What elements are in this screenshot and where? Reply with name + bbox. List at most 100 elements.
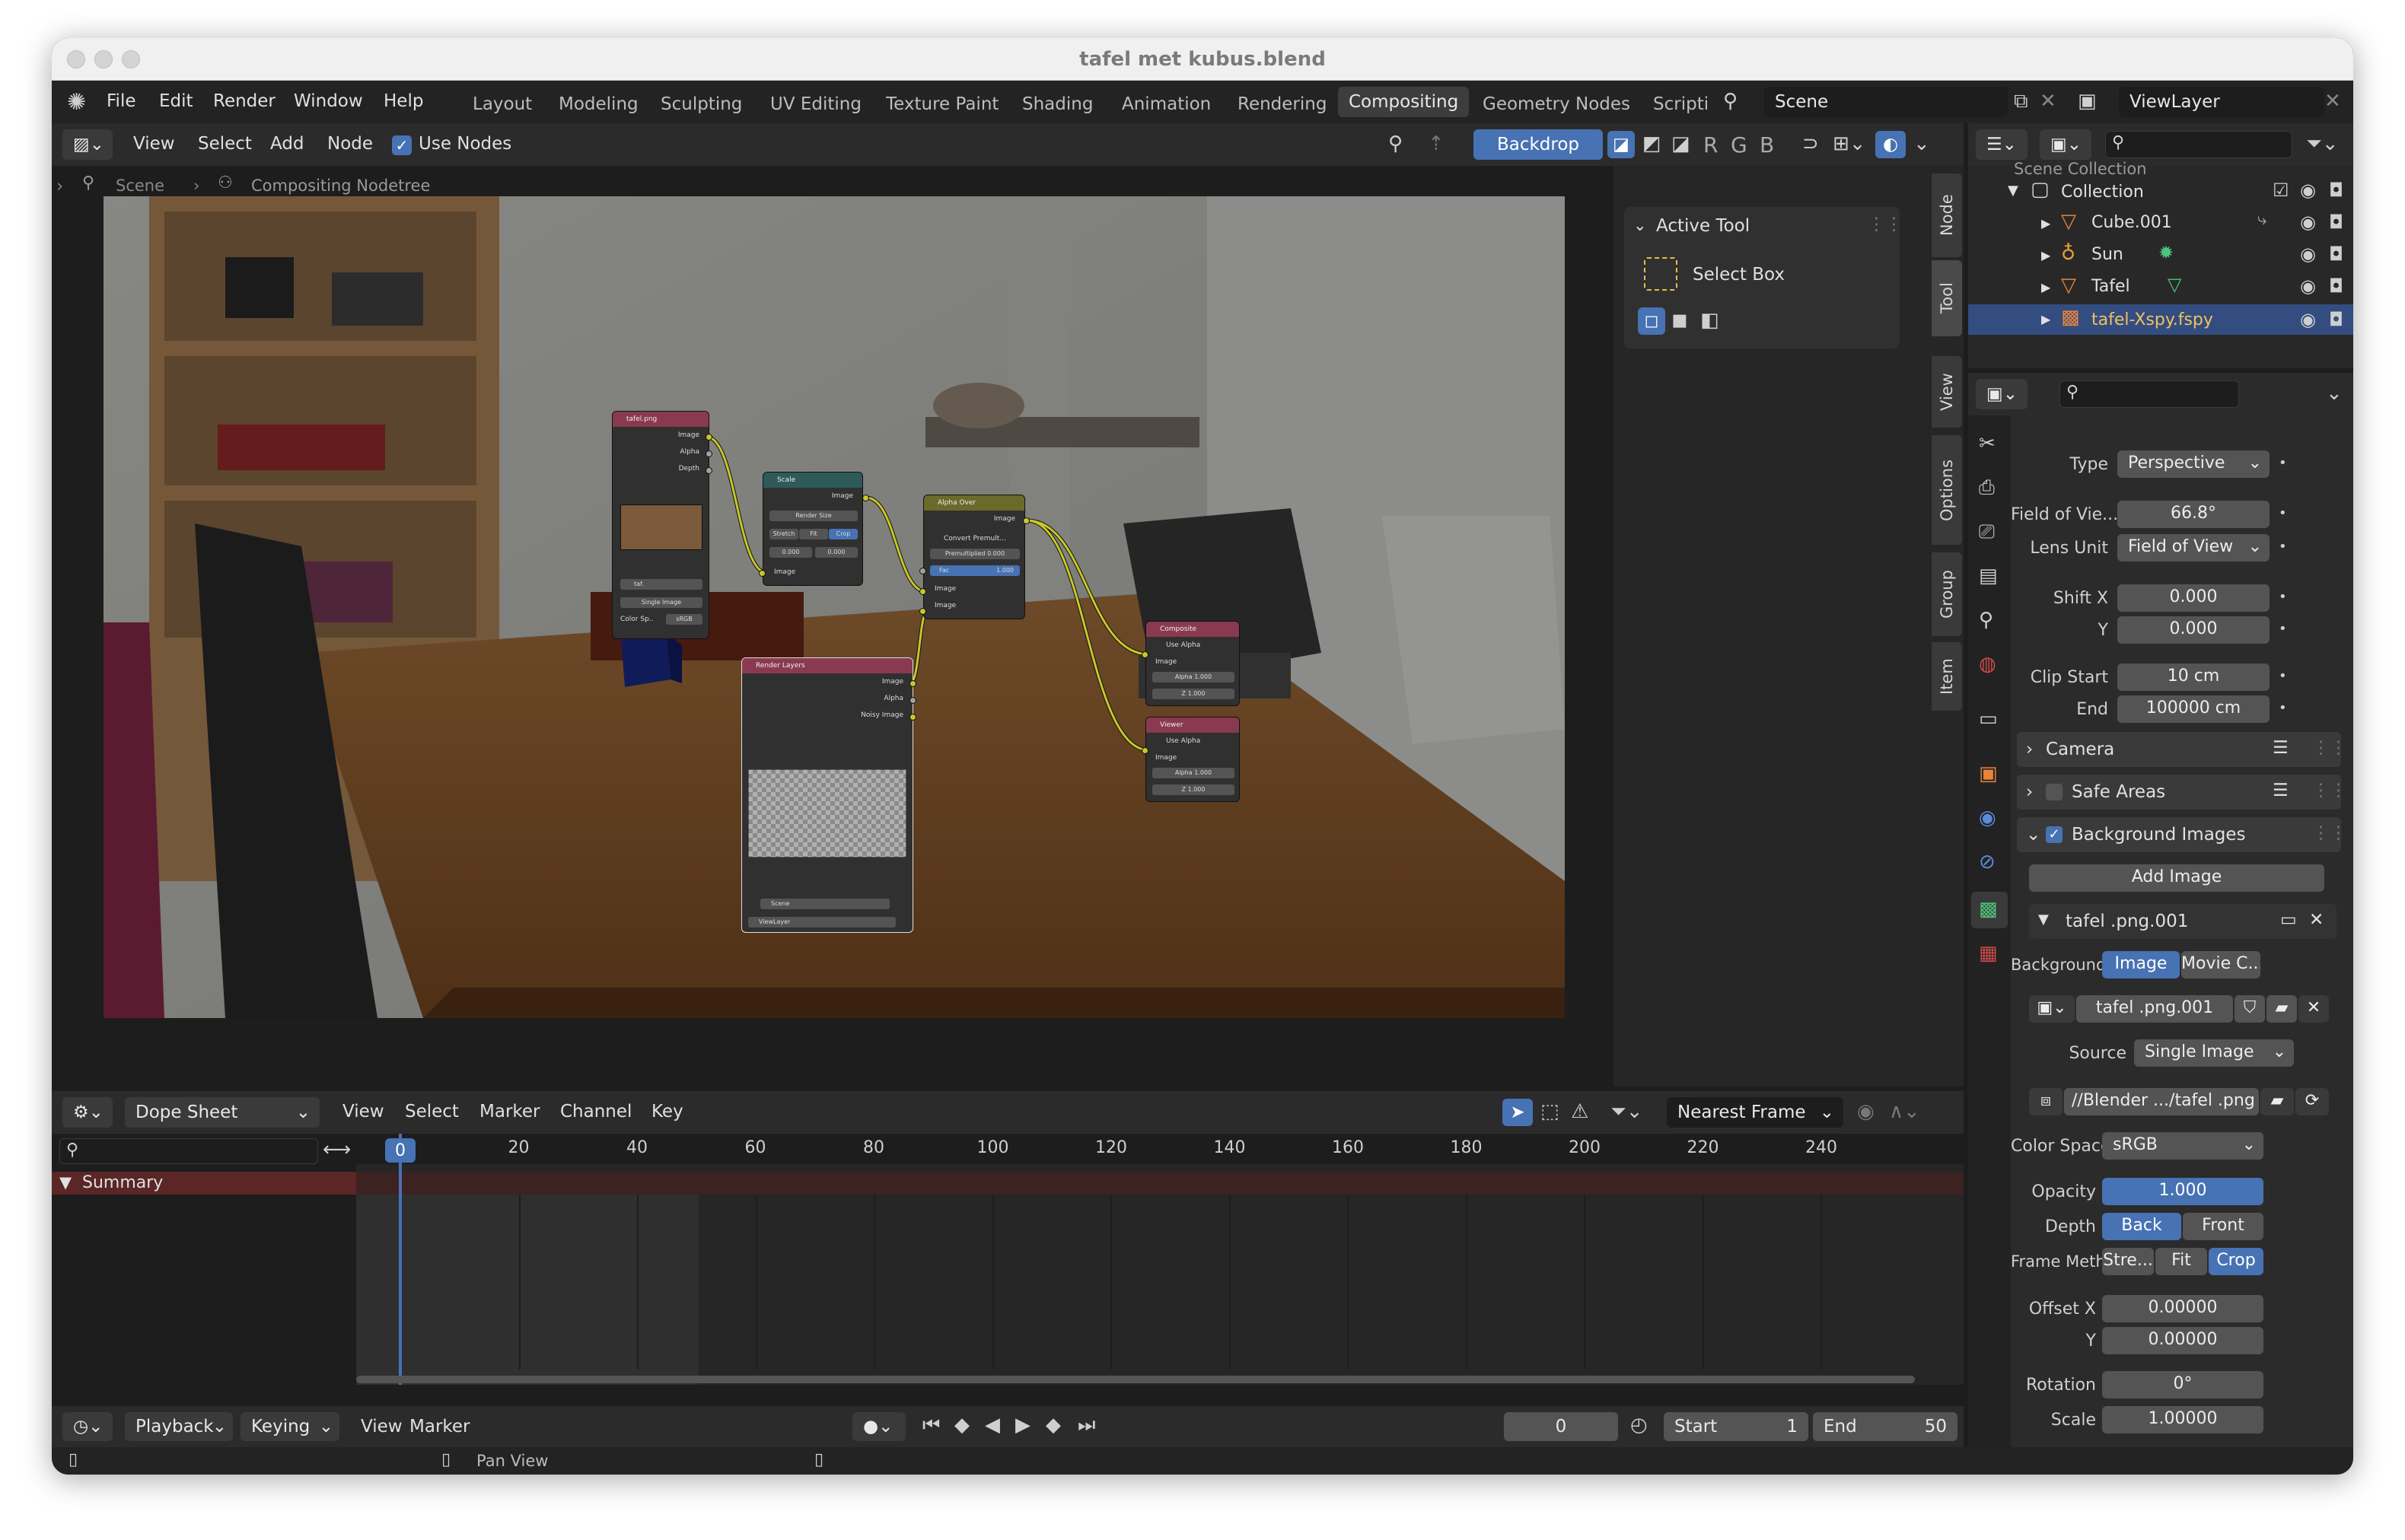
properties-search-input[interactable]: ⚲ bbox=[2059, 380, 2239, 408]
tab-geometry-nodes[interactable]: Geometry Nodes bbox=[1483, 94, 1630, 114]
node-scale-y[interactable]: 0.000 bbox=[815, 547, 858, 558]
sidebar-tab-group[interactable]: Group bbox=[1932, 552, 1962, 636]
ds-menu-view[interactable]: View bbox=[342, 1102, 384, 1122]
viewlayer-selector[interactable]: ViewLayer bbox=[2119, 87, 2324, 117]
list-icon[interactable]: ☰ bbox=[2273, 781, 2289, 800]
image-browse-icon[interactable]: ▣⌄ bbox=[2029, 995, 2075, 1023]
tab-rendering[interactable]: Rendering bbox=[1238, 94, 1327, 114]
outliner-item-fspy[interactable]: tafel-Xspy.fspy bbox=[2091, 310, 2213, 329]
node-menu-add[interactable]: Add bbox=[270, 134, 304, 154]
browse-file-icon[interactable]: ▰ bbox=[2260, 1088, 2294, 1115]
overlay-icon[interactable]: ◐ bbox=[1875, 131, 1906, 158]
collection-tab-icon[interactable]: ▭ bbox=[1979, 709, 1998, 729]
socket-scale-out[interactable] bbox=[862, 495, 869, 501]
keyframe-dot-icon[interactable]: • bbox=[2279, 457, 2287, 470]
outliner-item-sun[interactable]: Sun bbox=[2091, 245, 2123, 264]
tab-layout[interactable]: Layout bbox=[473, 94, 532, 114]
channel-color-alpha-icon[interactable]: ◪ bbox=[1607, 131, 1635, 158]
world-tab-icon[interactable]: ◍ bbox=[1979, 654, 1996, 674]
socket-scale-in[interactable] bbox=[759, 570, 766, 577]
node-scale[interactable]: Scale Image Render Size Stretch Fit Crop… bbox=[763, 472, 863, 586]
channel-alpha-icon[interactable]: ◪ bbox=[1671, 134, 1690, 154]
scene-icon[interactable]: ⚲ bbox=[1723, 91, 1738, 111]
frame-stretch[interactable]: Stre... bbox=[2102, 1248, 2154, 1275]
node-alpha-over-convert[interactable]: Convert Premult... bbox=[944, 535, 1006, 542]
render-camera-icon[interactable]: ◘ bbox=[2329, 181, 2343, 199]
tab-sculpting[interactable]: Sculpting bbox=[661, 94, 742, 114]
channel-search-input[interactable]: ⚲ bbox=[59, 1138, 318, 1164]
node-scale-crop[interactable]: Crop bbox=[829, 529, 858, 539]
opacity-slider[interactable]: 1.000 bbox=[2102, 1178, 2263, 1205]
constraints-tab-icon[interactable]: ⊘ bbox=[1979, 852, 1996, 872]
tab-texture-paint[interactable]: Texture Paint bbox=[886, 94, 999, 114]
node-scale-x[interactable]: 0.000 bbox=[769, 547, 812, 558]
unlink-image-icon[interactable]: ✕ bbox=[2298, 995, 2329, 1023]
object-tab-icon[interactable]: ▣ bbox=[1979, 764, 1998, 784]
tab-compositing[interactable]: Compositing bbox=[1338, 87, 1470, 117]
visibility-eye-icon[interactable]: ◉ bbox=[2300, 245, 2316, 263]
keyframe-dot-icon[interactable]: • bbox=[2279, 702, 2287, 715]
visibility-eye-icon[interactable]: ◉ bbox=[2300, 181, 2316, 199]
parent-node-tree-icon[interactable]: ⇡ bbox=[1428, 134, 1445, 154]
tab-modeling[interactable]: Modeling bbox=[559, 94, 639, 114]
show-on-screen-icon[interactable]: ▭ bbox=[2280, 910, 2297, 930]
duplicate-scene-icon[interactable]: ⧉ bbox=[2014, 91, 2028, 111]
fov-field[interactable]: 66.8° bbox=[2117, 501, 2270, 528]
scene-selector[interactable]: Scene bbox=[1764, 87, 2008, 117]
panel-drag-handle[interactable]: ⋮⋮ bbox=[2312, 781, 2347, 800]
summary-disclosure-icon[interactable]: ▼ bbox=[59, 1173, 72, 1192]
frame-fit[interactable]: Fit bbox=[2155, 1248, 2207, 1275]
viewlayer-icon[interactable]: ▣ bbox=[2078, 91, 2097, 111]
node-render-layers-header[interactable]: Render Layers bbox=[742, 658, 913, 673]
composite-z[interactable]: Z 1.000 bbox=[1152, 689, 1234, 699]
snap-grid-icon[interactable]: ⊞⌄ bbox=[1833, 134, 1866, 154]
channel-g[interactable]: G bbox=[1731, 132, 1747, 158]
depth-back[interactable]: Back bbox=[2102, 1213, 2181, 1240]
sync-visibility-icon[interactable]: ⟷ bbox=[323, 1140, 351, 1160]
node-alpha-over[interactable]: Alpha Over Image Convert Premult... Prem… bbox=[923, 495, 1025, 619]
node-composite-header[interactable]: Composite bbox=[1146, 622, 1239, 637]
socket-rl-image[interactable] bbox=[909, 680, 916, 687]
render-camera-icon[interactable]: ◘ bbox=[2329, 213, 2343, 231]
menu-window[interactable]: Window bbox=[294, 91, 363, 111]
composite-alpha[interactable]: Alpha 1.000 bbox=[1152, 672, 1234, 682]
menu-render[interactable]: Render bbox=[213, 91, 276, 111]
pack-icon[interactable]: ⧈ bbox=[2029, 1088, 2063, 1115]
sidebar-tab-view[interactable]: View bbox=[1932, 356, 1962, 428]
current-frame-field[interactable]: 0 bbox=[1504, 1412, 1618, 1441]
socket-alphaover-out[interactable] bbox=[1023, 517, 1030, 524]
overlay-dropdown-icon[interactable]: ⌄ bbox=[1913, 134, 1930, 154]
outliner-item-cube[interactable]: Cube.001 bbox=[2091, 213, 2172, 232]
snap-icon[interactable]: ⊃ bbox=[1802, 134, 1819, 154]
reload-icon[interactable]: ⟳ bbox=[2295, 1088, 2329, 1115]
editor-type-button[interactable]: ▨⌄ bbox=[62, 129, 113, 160]
sidebar-tab-options[interactable]: Options bbox=[1932, 435, 1962, 545]
next-keyframe-icon[interactable]: ◆ bbox=[1046, 1415, 1061, 1435]
item-disclosure-icon[interactable]: ▶ bbox=[2041, 216, 2050, 231]
bg-source-image[interactable]: Image bbox=[2102, 951, 2180, 978]
visibility-eye-icon[interactable]: ◉ bbox=[2300, 213, 2316, 231]
bg-item-header[interactable]: ▼ tafel .png.001 ▭ ✕ bbox=[2029, 904, 2337, 939]
play-icon[interactable]: ▶ bbox=[1015, 1415, 1030, 1435]
keyframe-dot-icon[interactable]: • bbox=[2279, 670, 2287, 683]
clip-start-field[interactable]: 10 cm bbox=[2117, 663, 2270, 691]
composite-use-alpha[interactable]: Use Alpha bbox=[1166, 641, 1200, 649]
keying-menu[interactable]: Keying ⌄ bbox=[240, 1412, 339, 1441]
bg-source-movie[interactable]: Movie C... bbox=[2181, 951, 2260, 978]
select-box-tool-icon[interactable] bbox=[1644, 257, 1677, 291]
type-select[interactable]: Perspective ⌄ bbox=[2117, 450, 2270, 478]
dopesheet-mode[interactable]: Dope Sheet ⌄ bbox=[125, 1097, 320, 1128]
scene-tab-icon[interactable]: ⚲ bbox=[1979, 610, 1993, 630]
item-disclosure-icon[interactable]: ▶ bbox=[2041, 248, 2050, 262]
collection-checkbox-icon[interactable]: ☑ bbox=[2273, 181, 2289, 199]
safe-areas-checkbox[interactable] bbox=[2046, 784, 2063, 800]
menu-edit[interactable]: Edit bbox=[159, 91, 193, 111]
open-image-icon[interactable]: ▰ bbox=[2266, 995, 2297, 1023]
bg-item-disclosure-icon[interactable]: ▼ bbox=[2038, 912, 2049, 928]
scale-field[interactable]: 1.00000 bbox=[2102, 1406, 2263, 1433]
dopesheet-editor-type[interactable]: ⚙⌄ bbox=[62, 1097, 113, 1128]
list-icon[interactable]: ☰ bbox=[2273, 738, 2289, 758]
render-camera-icon[interactable]: ◘ bbox=[2329, 277, 2343, 295]
outliner-root[interactable]: Scene Collection bbox=[2014, 160, 2147, 178]
node-scale-stretch[interactable]: Stretch bbox=[769, 529, 798, 539]
